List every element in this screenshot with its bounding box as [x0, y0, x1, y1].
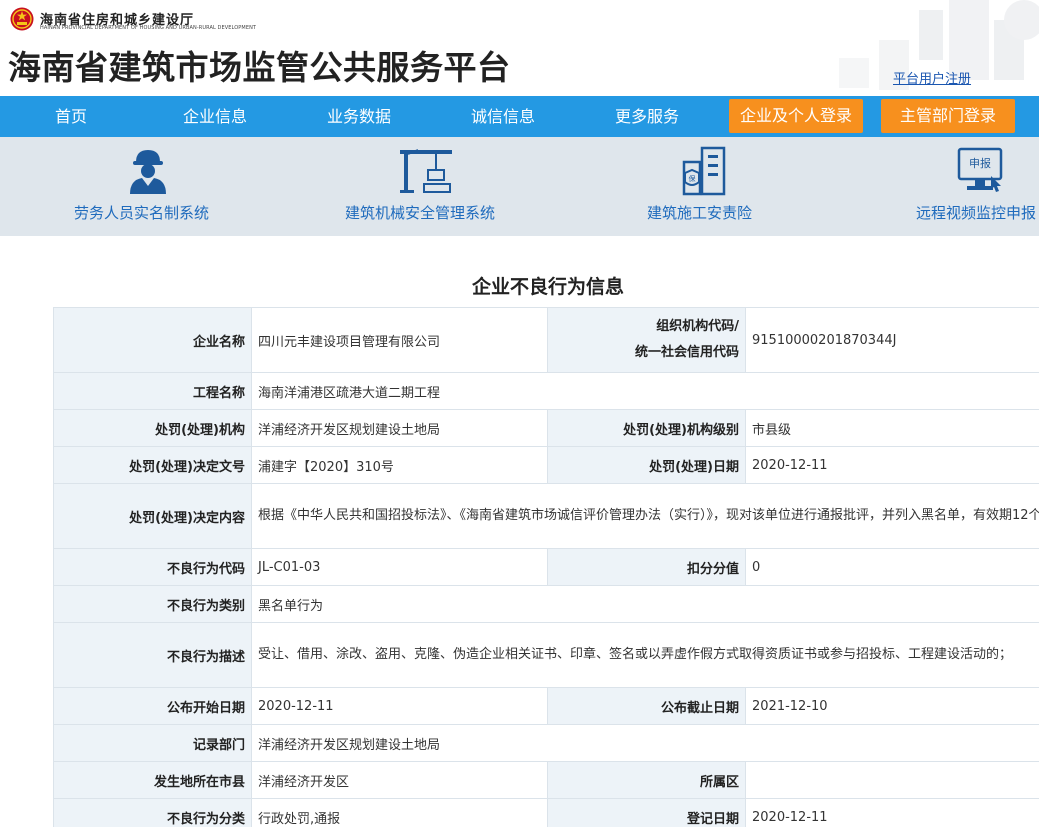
org-code-value: 91510000201870344J [745, 307, 1039, 373]
publish-end-label: 公布截止日期 [547, 687, 746, 725]
table-row: 发生地所在市县 洋浦经济开发区 所属区 [53, 761, 1039, 799]
nav-home[interactable]: 首页 [44, 96, 98, 137]
company-name-label: 企业名称 [53, 307, 252, 373]
org-code-label-line1: 组织机构代码/ [656, 319, 739, 334]
district-value [745, 761, 1039, 799]
record-table: 企业名称 四川元丰建设项目管理有限公司 组织机构代码/统一社会信用代码 9151… [53, 307, 1039, 827]
nav-business-data[interactable]: 业务数据 [319, 96, 399, 137]
system-label: 劳务人员实名制系统 [74, 204, 210, 222]
enterprise-login-button[interactable]: 企业及个人登录 [729, 99, 863, 133]
system-labor-realname[interactable]: 劳务人员实名制系统 [0, 137, 300, 236]
company-name-value: 四川元丰建设项目管理有限公司 [251, 307, 548, 373]
table-row: 不良行为描述 受让、借用、涂改、盗用、克隆、伪造企业相关证书、印章、签名或以弄虚… [53, 622, 1039, 688]
page-title: 企业不良行为信息 [471, 276, 624, 298]
table-row: 不良行为类别 黑名单行为 [53, 585, 1039, 623]
district-label: 所属区 [547, 761, 746, 799]
project-name-value: 海南洋浦港区疏港大道二期工程 [251, 372, 1039, 410]
nav-enterprise-info[interactable]: 企业信息 [175, 96, 255, 137]
national-emblem-icon [10, 7, 34, 31]
org-code-label-line2: 统一社会信用代码 [634, 345, 739, 360]
register-date-label: 登记日期 [547, 798, 746, 827]
nav-more-services[interactable]: 更多服务 [607, 96, 687, 137]
decision-no-value: 浦建字【2020】310号 [251, 446, 548, 484]
project-name-label: 工程名称 [53, 372, 252, 410]
table-row: 处罚(处理)决定内容 根据《中华人民共和国招投标法》、《海南省建筑市场诚信评价管… [53, 483, 1039, 549]
table-row: 记录部门 洋浦经济开发区规划建设土地局 [53, 724, 1039, 762]
authority-level-value: 市县级 [745, 409, 1039, 447]
location-label: 发生地所在市县 [53, 761, 252, 799]
publish-end-value: 2021-12-10 [745, 687, 1039, 725]
behavior-category-label: 不良行为类别 [53, 585, 252, 623]
decision-no-label: 处罚(处理)决定文号 [53, 446, 252, 484]
admin-login-button[interactable]: 主管部门登录 [881, 99, 1015, 133]
main-nav: 首页 企业信息 业务数据 诚信信息 更多服务 企业及个人登录 主管部门登录 [0, 96, 1039, 137]
table-row: 不良行为代码 JL-C01-03 扣分分值 0 [53, 548, 1039, 586]
behavior-code-label: 不良行为代码 [53, 548, 252, 586]
authority-level-label: 处罚(处理)机构级别 [547, 409, 746, 447]
record-dept-value: 洋浦经济开发区规划建设土地局 [251, 724, 1039, 762]
behavior-code-value: JL-C01-03 [251, 548, 548, 586]
authority-label: 处罚(处理)机构 [53, 409, 252, 447]
deduction-label: 扣分分值 [547, 548, 746, 586]
systems-strip: 劳务人员实名制系统 建筑机械安全管理系统 保 建筑施工安责险 申报 远程视频监控… [0, 137, 1039, 236]
nav-credit-info[interactable]: 诚信信息 [463, 96, 543, 137]
behavior-category-value: 黑名单行为 [251, 585, 1039, 623]
svg-text:申报: 申报 [969, 156, 991, 170]
decision-date-value: 2020-12-11 [745, 446, 1039, 484]
publish-start-label: 公布开始日期 [53, 687, 252, 725]
table-row: 处罚(处理)决定文号 浦建字【2020】310号 处罚(处理)日期 2020-1… [53, 446, 1039, 484]
site-title: 海南省建筑市场监管公共服务平台 [8, 48, 511, 87]
site-header: 海南省住房和城乡建设厅 HAINAN PROVINCIAL DEPARTMENT… [0, 0, 1039, 96]
record-table-container: 企业名称 四川元丰建设项目管理有限公司 组织机构代码/统一社会信用代码 9151… [53, 307, 1039, 827]
behavior-type-value: 行政处罚,通报 [251, 798, 548, 827]
behavior-desc-label: 不良行为描述 [53, 622, 252, 688]
behavior-type-label: 不良行为分类 [53, 798, 252, 827]
location-value: 洋浦经济开发区 [251, 761, 548, 799]
decision-date-label: 处罚(处理)日期 [547, 446, 746, 484]
table-row: 企业名称 四川元丰建设项目管理有限公司 组织机构代码/统一社会信用代码 9151… [53, 307, 1039, 373]
table-row: 处罚(处理)机构 洋浦经济开发区规划建设土地局 处罚(处理)机构级别 市县级 [53, 409, 1039, 447]
system-label: 建筑机械安全管理系统 [345, 204, 496, 222]
insurance-building-icon: 保 [682, 146, 726, 196]
system-safety-insurance[interactable]: 保 建筑施工安责险 [560, 137, 850, 236]
record-dept-label: 记录部门 [53, 724, 252, 762]
system-remote-monitoring[interactable]: 申报 远程视频监控申报 [850, 137, 1039, 236]
worker-icon [130, 150, 166, 194]
system-machinery-safety[interactable]: 建筑机械安全管理系统 [300, 137, 560, 236]
org-code-label: 组织机构代码/统一社会信用代码 [547, 307, 746, 373]
svg-text:保: 保 [689, 174, 696, 183]
decision-content-value: 根据《中华人民共和国招投标法》、《海南省建筑市场诚信评价管理办法（实行）》，现对… [251, 483, 1039, 549]
system-label: 建筑施工安责险 [647, 204, 753, 222]
department-name-en: HAINAN PROVINCIAL DEPARTMENT OF HOUSING … [40, 25, 257, 31]
crane-icon [400, 149, 452, 193]
register-link[interactable]: 平台用户注册 [893, 68, 971, 87]
register-date-value: 2020-12-11 [745, 798, 1039, 827]
authority-value: 洋浦经济开发区规划建设土地局 [251, 409, 548, 447]
table-row: 不良行为分类 行政处罚,通报 登记日期 2020-12-11 [53, 798, 1039, 827]
monitor-report-icon: 申报 [957, 147, 1003, 192]
behavior-desc-value: 受让、借用、涂改、盗用、克隆、伪造企业相关证书、印章、签名或以弄虚作假方式取得资… [251, 622, 1039, 688]
system-label: 远程视频监控申报 [916, 204, 1037, 222]
deduction-value: 0 [745, 548, 1039, 586]
publish-start-value: 2020-12-11 [251, 687, 548, 725]
decision-content-label: 处罚(处理)决定内容 [53, 483, 252, 549]
table-row: 工程名称 海南洋浦港区疏港大道二期工程 [53, 372, 1039, 410]
table-row: 公布开始日期 2020-12-11 公布截止日期 2021-12-10 [53, 687, 1039, 725]
